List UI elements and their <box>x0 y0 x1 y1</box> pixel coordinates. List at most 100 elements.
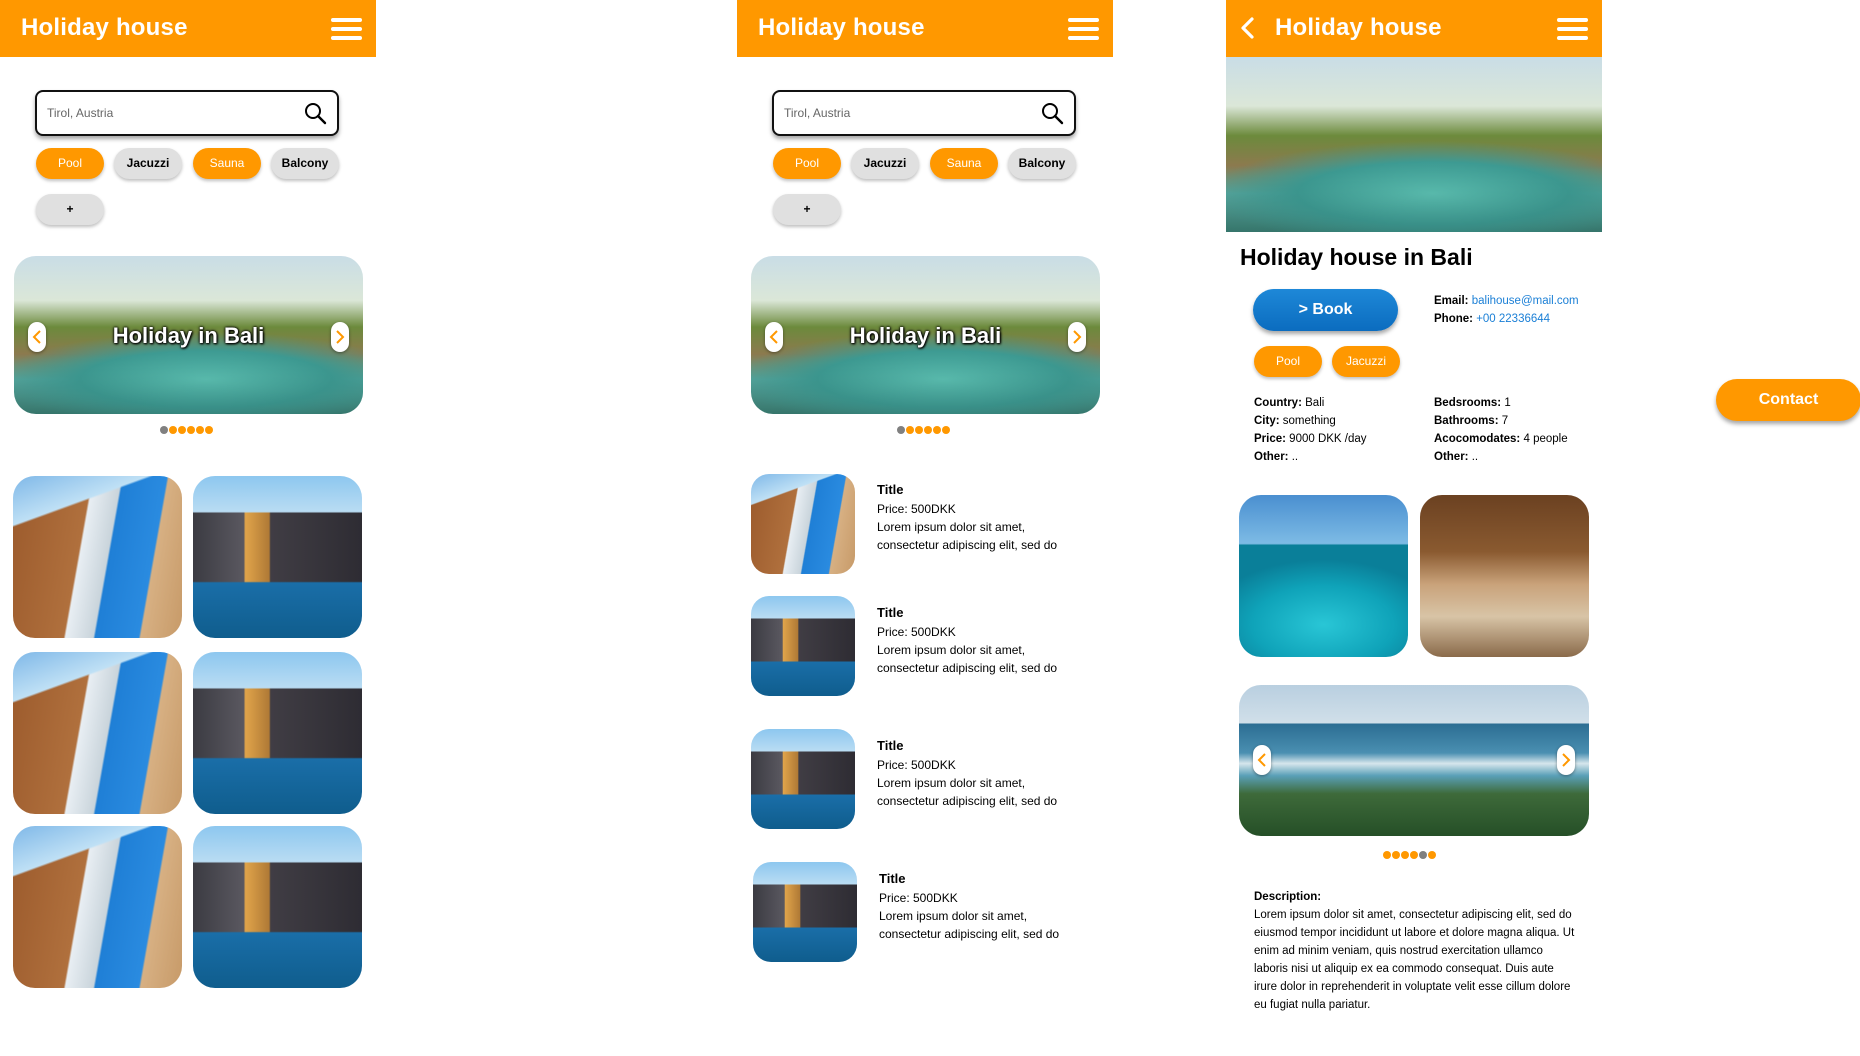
carousel-next-button[interactable] <box>1557 745 1575 775</box>
bedrooms-label: Bedsrooms: <box>1434 397 1502 409</box>
email-link[interactable]: balihouse@mail.com <box>1472 295 1579 307</box>
list-item-title[interactable]: Title <box>877 482 904 497</box>
carousel-dot[interactable] <box>1383 851 1391 859</box>
house-card-image[interactable] <box>13 652 182 814</box>
carousel-dot[interactable] <box>924 426 932 434</box>
list-item-description: consectetur adipiscing elit, sed do <box>877 538 1058 552</box>
description-section: Description: Lorem ipsum dolor sit amet,… <box>1254 888 1579 1014</box>
gallery-carousel <box>1239 685 1589 836</box>
search-input[interactable] <box>784 92 1024 134</box>
carousel-next-button[interactable] <box>1068 322 1086 352</box>
contact-button[interactable]: Contact <box>1716 379 1860 421</box>
chevron-right-icon <box>336 330 345 344</box>
carousel-prev-button[interactable] <box>1253 745 1271 775</box>
search-icon[interactable] <box>1040 101 1064 125</box>
carousel-prev-button[interactable] <box>765 322 783 352</box>
email-label: Email: <box>1434 295 1469 307</box>
house-card-image[interactable] <box>193 652 362 814</box>
carousel-dot[interactable] <box>187 426 195 434</box>
hamburger-menu-icon[interactable] <box>1557 18 1588 40</box>
chevron-right-icon <box>1073 330 1082 344</box>
carousel-dot[interactable] <box>1401 851 1409 859</box>
carousel-next-button[interactable] <box>331 322 349 352</box>
carousel-dot[interactable] <box>906 426 914 434</box>
hero-image <box>1226 57 1602 232</box>
list-item-thumbnail[interactable] <box>753 862 857 962</box>
carousel-dots <box>1383 851 1443 859</box>
carousel-dot[interactable] <box>1410 851 1418 859</box>
list-item-thumbnail[interactable] <box>751 729 855 829</box>
info-accommodates: Acocomodates: 4 people <box>1434 430 1568 448</box>
chevron-left-icon <box>32 330 41 344</box>
banner-carousel: Holiday in Bali <box>751 256 1100 414</box>
list-item-description: Lorem ipsum dolor sit amet, <box>877 520 1026 534</box>
carousel-dot[interactable] <box>160 426 168 434</box>
carousel-prev-button[interactable] <box>28 322 46 352</box>
hamburger-menu-icon[interactable] <box>1068 18 1099 40</box>
other2-value: .. <box>1471 451 1479 463</box>
carousel-dot[interactable] <box>942 426 950 434</box>
carousel-dot[interactable] <box>915 426 923 434</box>
carousel-dot[interactable] <box>1392 851 1400 859</box>
contact-email: Email: balihouse@mail.com <box>1434 292 1579 310</box>
book-button[interactable]: > Book <box>1253 289 1398 331</box>
search-icon[interactable] <box>303 101 327 125</box>
filter-chip-pool[interactable]: Pool <box>773 148 841 179</box>
list-item-description: Lorem ipsum dolor sit amet, <box>879 909 1028 923</box>
carousel-dot[interactable] <box>196 426 204 434</box>
info-price: Price: 9000 DKK /day <box>1254 430 1367 448</box>
carousel-dot[interactable] <box>897 426 905 434</box>
phone-label: Phone: <box>1434 313 1473 325</box>
info-bedrooms: Bedsrooms: 1 <box>1434 394 1511 412</box>
filter-chip-pool[interactable]: Pool <box>36 148 104 179</box>
app-header: Holiday house <box>1226 0 1602 57</box>
description-text: Lorem ipsum dolor sit amet, consectetur … <box>1254 909 1575 1011</box>
back-arrow-icon[interactable] <box>1236 14 1260 42</box>
hamburger-menu-icon[interactable] <box>331 18 362 40</box>
house-card-image[interactable] <box>13 476 182 638</box>
bedrooms-value: 1 <box>1504 397 1511 409</box>
info-city: City: something <box>1254 412 1336 430</box>
list-item-title[interactable]: Title <box>879 871 906 886</box>
phone-link[interactable]: +00 22336644 <box>1476 313 1550 325</box>
list-item-thumbnail[interactable] <box>751 596 855 696</box>
carousel-dot[interactable] <box>178 426 186 434</box>
other-label: Other: <box>1254 451 1289 463</box>
list-item-title[interactable]: Title <box>877 738 904 753</box>
search-input[interactable] <box>47 92 287 134</box>
filter-chip-sauna[interactable]: Sauna <box>193 148 261 179</box>
carousel-dot[interactable] <box>1419 851 1427 859</box>
carousel-dot[interactable] <box>933 426 941 434</box>
list-item-description: Lorem ipsum dolor sit amet, <box>877 776 1026 790</box>
filter-chip-jacuzzi[interactable]: Jacuzzi <box>851 148 919 179</box>
app-title: Holiday house <box>21 14 188 41</box>
gallery-image[interactable] <box>1239 495 1408 657</box>
screen-grid: Holiday house Pool Jacuzzi Sauna Balcony… <box>0 0 376 1056</box>
list-item-thumbnail[interactable] <box>751 474 855 574</box>
carousel-dots <box>897 426 957 434</box>
house-card-image[interactable] <box>193 826 362 988</box>
list-item-title[interactable]: Title <box>877 605 904 620</box>
list-item-description: consectetur adipiscing elit, sed do <box>877 794 1058 808</box>
filter-chip-balcony[interactable]: Balcony <box>271 148 339 179</box>
amenity-tag-pool: Pool <box>1254 346 1322 377</box>
add-filter-button[interactable]: + <box>773 194 841 225</box>
filter-chip-sauna[interactable]: Sauna <box>930 148 998 179</box>
list-item-price: Price: 500DKK <box>877 502 956 516</box>
price-label: Price: <box>1254 433 1286 445</box>
other2-label: Other: <box>1434 451 1469 463</box>
house-card-image[interactable] <box>193 476 362 638</box>
filter-chip-balcony[interactable]: Balcony <box>1008 148 1076 179</box>
carousel-dot[interactable] <box>169 426 177 434</box>
amenity-tag-jacuzzi: Jacuzzi <box>1332 346 1400 377</box>
other-value: .. <box>1291 451 1299 463</box>
gallery-image[interactable] <box>1420 495 1589 657</box>
add-filter-button[interactable]: + <box>36 194 104 225</box>
carousel-dot[interactable] <box>205 426 213 434</box>
house-card-image[interactable] <box>13 826 182 988</box>
bathrooms-label: Bathrooms: <box>1434 415 1499 427</box>
info-bathrooms: Bathrooms: 7 <box>1434 412 1508 430</box>
filter-chip-jacuzzi[interactable]: Jacuzzi <box>114 148 182 179</box>
list-item-description: Lorem ipsum dolor sit amet, <box>877 643 1026 657</box>
carousel-dot[interactable] <box>1428 851 1436 859</box>
